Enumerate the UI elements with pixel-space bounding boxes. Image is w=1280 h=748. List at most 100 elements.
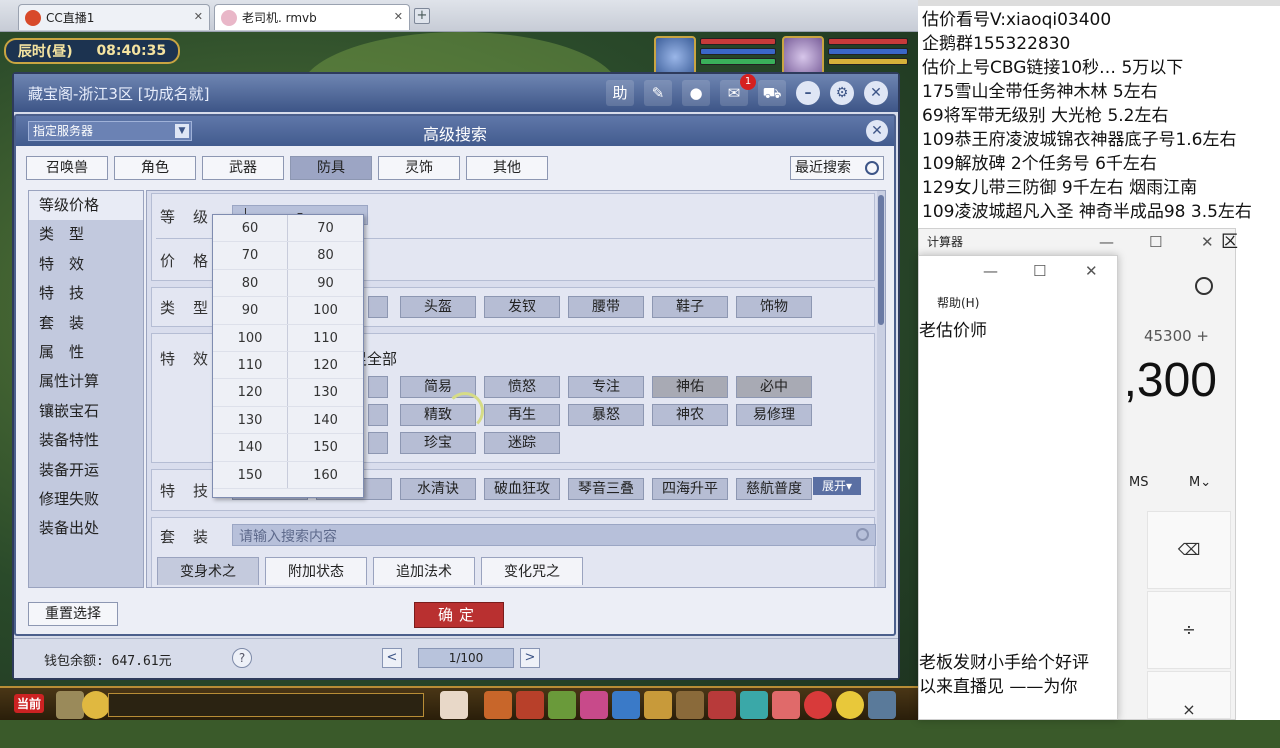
chat-input[interactable] — [108, 693, 424, 717]
dropdown-row[interactable]: 70 80 — [213, 242, 363, 270]
dropdown-row[interactable]: 110 120 — [213, 351, 363, 380]
multiply-key[interactable]: × — [1147, 671, 1231, 719]
level-range-dropdown[interactable]: 60 70 70 80 80 90 90 100 100 110 110 120 120 13… — [212, 214, 364, 498]
dropdown-row[interactable]: 60 70 — [213, 215, 363, 243]
type-chip-shoes[interactable]: 鞋子 — [652, 296, 728, 318]
level-option-max[interactable]: 110 — [288, 325, 363, 351]
next-page-button[interactable]: > — [520, 648, 540, 668]
level-option-min[interactable]: 120 — [213, 379, 288, 406]
skill-chip-blood-rage[interactable]: 破血狂攻 — [484, 478, 560, 500]
pet-icon[interactable] — [440, 691, 468, 719]
prev-page-button[interactable]: < — [382, 648, 402, 668]
minimize-icon[interactable]: — — [983, 262, 998, 280]
help-icon[interactable]: ? — [232, 648, 252, 668]
effect-chip-treasure[interactable]: 珍宝 — [400, 432, 476, 454]
system-icon[interactable] — [868, 691, 896, 719]
history-icon[interactable] — [1195, 277, 1213, 295]
type-chip[interactable] — [368, 296, 388, 318]
close-icon[interactable]: ✕ — [866, 120, 888, 142]
tab-character[interactable]: 角色 — [114, 156, 196, 180]
level-option-min[interactable]: 70 — [213, 242, 288, 269]
microphone-icon[interactable] — [56, 691, 84, 719]
level-option-max[interactable]: 100 — [288, 297, 363, 323]
minimize-icon[interactable]: — — [1099, 233, 1114, 251]
quest-icon[interactable] — [644, 691, 672, 719]
menu-help[interactable]: 帮助(H) — [937, 294, 979, 311]
level-option-max[interactable]: 140 — [288, 407, 363, 433]
bag-icon[interactable] — [484, 691, 512, 719]
level-option-min[interactable]: 130 — [213, 406, 288, 434]
edit-icon[interactable]: ✎ — [644, 80, 672, 106]
cart-icon[interactable]: ⛟ — [758, 80, 786, 106]
confirm-button[interactable]: 确定 — [414, 602, 504, 628]
level-option-min[interactable]: 60 — [213, 215, 288, 242]
effect-chip-rage[interactable]: 暴怒 — [568, 404, 644, 426]
sidebar-item-fortune[interactable]: 装备开运 — [29, 456, 143, 485]
level-option-min[interactable]: 80 — [213, 269, 288, 297]
effect-chip-shennong[interactable]: 神农 — [652, 404, 728, 426]
reset-button[interactable]: 重置选择 — [28, 602, 118, 626]
scroll-thumb[interactable] — [878, 195, 884, 325]
tab-armor[interactable]: 防具 — [290, 156, 372, 180]
gift-icon[interactable] — [516, 691, 544, 719]
type-chip-helmet[interactable]: 头盔 — [400, 296, 476, 318]
message-icon[interactable]: ✉ 1 — [720, 74, 756, 106]
effect-chip-stealth[interactable]: 迷踪 — [484, 432, 560, 454]
dropdown-row[interactable]: 100 110 — [213, 324, 363, 352]
tab-video[interactable]: 老司机. rmvb ✕ — [214, 4, 410, 30]
sidebar-item-level-price[interactable]: 等级价格 — [29, 191, 143, 221]
smile-icon[interactable] — [836, 691, 864, 719]
sidebar-item-attribute-calc[interactable]: 属性计算 — [29, 367, 143, 396]
subtab-extra-spell[interactable]: 追加法术 — [373, 557, 475, 585]
close-icon[interactable]: ✕ — [864, 81, 888, 105]
scrollbar[interactable] — [1107, 316, 1113, 708]
sidebar-item-effect[interactable]: 特 效 — [29, 250, 143, 279]
maximize-icon[interactable]: ☐ — [1033, 262, 1046, 280]
subtab-change-spell[interactable]: 变化咒之 — [481, 557, 583, 585]
level-option-max[interactable]: 130 — [288, 379, 363, 405]
level-option-min[interactable]: 100 — [213, 324, 288, 351]
maximize-icon[interactable]: ☐ — [1149, 233, 1162, 251]
effect-chip[interactable] — [368, 404, 388, 426]
assistant-button[interactable]: 助 — [606, 80, 634, 106]
skill-icon[interactable] — [612, 691, 640, 719]
notification-icon[interactable] — [804, 691, 832, 719]
search-icon[interactable] — [856, 528, 869, 541]
dropdown-row[interactable]: 140 150 — [213, 434, 363, 462]
divide-key[interactable]: ÷ — [1147, 591, 1231, 669]
subtab-transform[interactable]: 变身术之 — [157, 557, 259, 585]
sidebar-item-traits[interactable]: 装备特性 — [29, 426, 143, 455]
level-option-min[interactable]: 150 — [213, 461, 288, 488]
settings-icon[interactable]: ⚙ — [830, 81, 854, 105]
effect-chip[interactable] — [368, 432, 388, 454]
effect-chip-divine-blessing[interactable]: 神佑 — [652, 376, 728, 398]
level-option-max[interactable]: 90 — [288, 270, 363, 296]
type-chip-belt[interactable]: 腰带 — [568, 296, 644, 318]
dropdown-row[interactable]: 150 160 — [213, 461, 363, 489]
level-option-max[interactable]: 160 — [288, 462, 363, 488]
skill-chip-qin-triple[interactable]: 琴音三叠 — [568, 478, 644, 500]
dropdown-row[interactable]: 90 100 — [213, 297, 363, 325]
recent-search-button[interactable]: 最近搜索 — [790, 156, 884, 180]
minimize-icon[interactable]: – — [796, 81, 820, 105]
panel-scrollbar[interactable] — [877, 191, 885, 587]
effect-chip-focus[interactable]: 专注 — [568, 376, 644, 398]
sidebar-item-attribute[interactable]: 属 性 — [29, 338, 143, 367]
close-icon[interactable]: ✕ — [394, 10, 403, 23]
memory-view-button[interactable]: M⌄ — [1189, 475, 1211, 490]
level-option-min[interactable]: 110 — [213, 351, 288, 379]
record-icon[interactable]: ● — [682, 80, 710, 106]
tab-summon-beast[interactable]: 召唤兽 — [26, 156, 108, 180]
backspace-key[interactable]: ⌫ — [1147, 511, 1231, 589]
team-icon[interactable] — [548, 691, 576, 719]
tab-other[interactable]: 其他 — [466, 156, 548, 180]
skill-chip-four-seas[interactable]: 四海升平 — [652, 478, 728, 500]
effect-chip-must-hit[interactable]: 必中 — [736, 376, 812, 398]
dropdown-row[interactable]: 130 140 — [213, 406, 363, 435]
guild-icon[interactable] — [676, 691, 704, 719]
sidebar-item-gems[interactable]: 镶嵌宝石 — [29, 397, 143, 426]
subtab-extra-status[interactable]: 附加状态 — [265, 557, 367, 585]
level-option-max[interactable]: 80 — [288, 242, 363, 268]
tab-weapon[interactable]: 武器 — [202, 156, 284, 180]
tab-cc-live[interactable]: CC直播1 ✕ — [18, 4, 210, 30]
